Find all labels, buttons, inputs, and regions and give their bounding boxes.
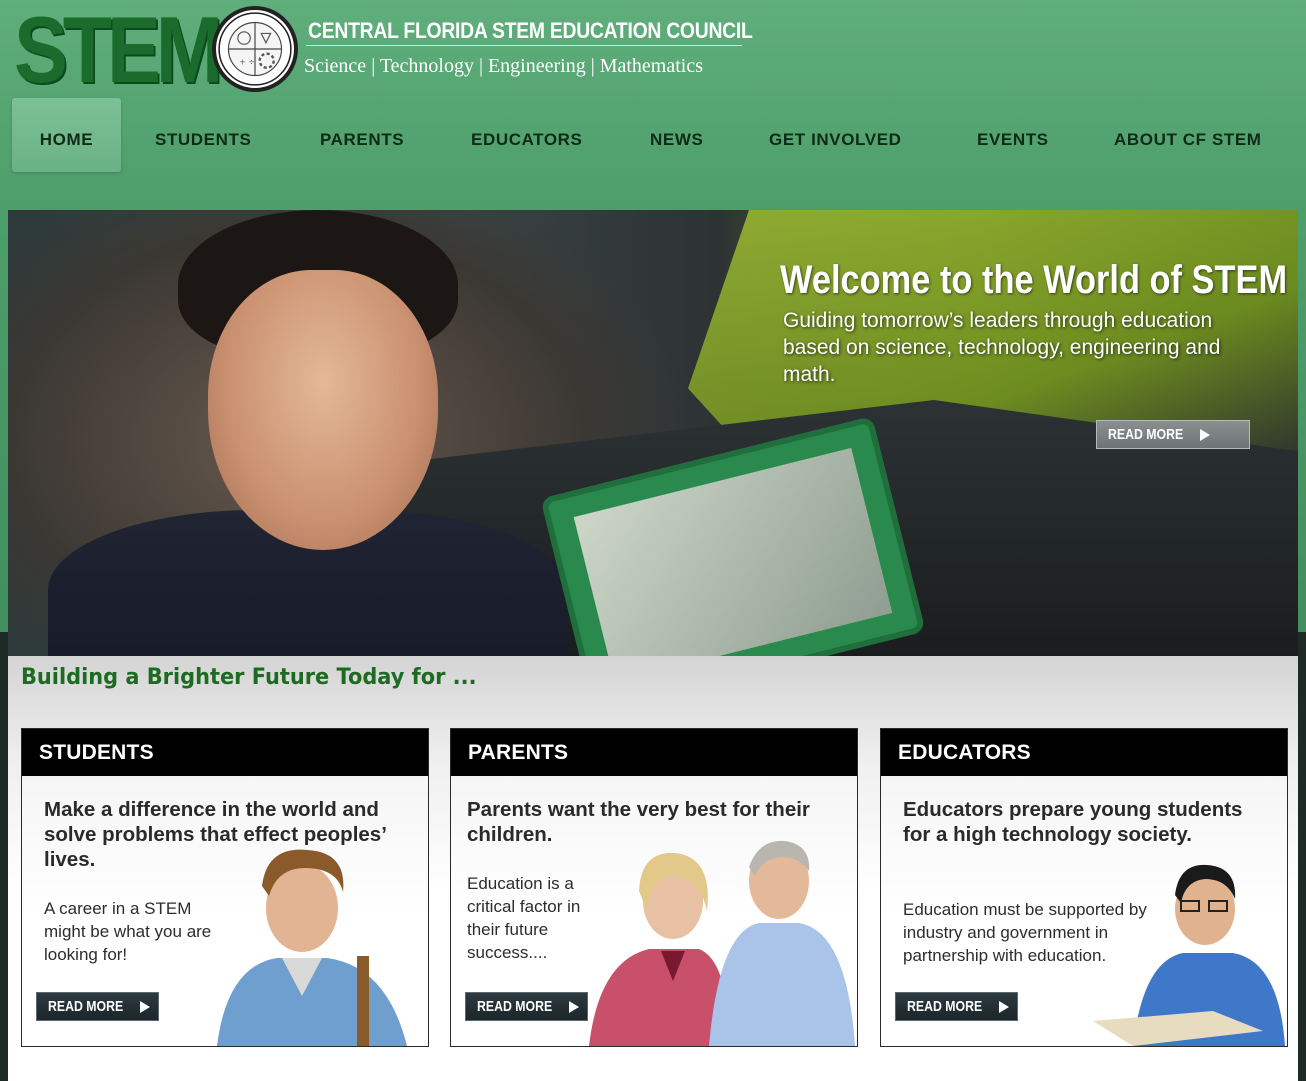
educators-read-more-label: READ MORE	[907, 998, 983, 1015]
educators-card: EDUCATORS Educators prepare young studen…	[880, 728, 1288, 1047]
nav-home[interactable]: HOME	[12, 98, 121, 172]
section-heading: Building a Brighter Future Today for ...	[21, 665, 477, 690]
header-divider	[306, 45, 742, 46]
parents-card-title[interactable]: PARENTS	[451, 729, 857, 776]
council-seal-icon: + ÷	[212, 6, 298, 92]
main-nav: HOME STUDENTS PARENTS EDUCATORS NEWS GET…	[12, 98, 1302, 174]
parents-read-more-label: READ MORE	[477, 998, 553, 1015]
org-name: CENTRAL FLORIDA STEM EDUCATION COUNCIL	[308, 18, 753, 43]
parents-read-more-button[interactable]: READ MORE	[465, 992, 588, 1021]
org-tagline: Science | Technology | Engineering | Mat…	[304, 55, 704, 77]
nav-students[interactable]: STUDENTS	[155, 98, 251, 172]
play-arrow-icon	[139, 1001, 150, 1014]
parents-photo	[589, 840, 855, 1046]
hero-student-face-image	[208, 270, 438, 550]
educators-read-more-button[interactable]: READ MORE	[895, 992, 1018, 1021]
play-arrow-icon	[568, 1001, 579, 1014]
hero-title: Welcome to the World of STEM	[780, 258, 1288, 302]
hero-read-more-label: READ MORE	[1108, 426, 1184, 443]
hero-subtitle: Guiding tomorrow’s leaders through educa…	[783, 309, 1221, 386]
parents-card: PARENTS Parents want the very best for t…	[450, 728, 858, 1047]
parents-card-body: Education is a critical factor in their …	[467, 874, 581, 962]
students-card-title[interactable]: STUDENTS	[22, 729, 428, 776]
students-card: STUDENTS Make a difference in the world …	[21, 728, 429, 1047]
students-read-more-label: READ MORE	[48, 998, 124, 1015]
educator-photo	[1093, 864, 1285, 1046]
svg-text:+ ÷: + ÷	[239, 58, 255, 67]
students-read-more-button[interactable]: READ MORE	[36, 992, 159, 1021]
nav-get-involved[interactable]: GET INVOLVED	[769, 98, 902, 172]
play-arrow-icon	[998, 1001, 1009, 1014]
student-photo	[217, 849, 407, 1046]
stem-logo[interactable]: STEM	[14, 2, 223, 98]
nav-parents[interactable]: PARENTS	[320, 98, 404, 172]
nav-educators[interactable]: EDUCATORS	[471, 98, 583, 172]
educators-card-headline: Educators prepare young students for a h…	[903, 798, 1243, 846]
hero-read-more-button[interactable]: READ MORE	[1096, 420, 1250, 449]
play-arrow-icon	[1199, 429, 1210, 442]
educators-card-title[interactable]: EDUCATORS	[881, 729, 1287, 776]
nav-events[interactable]: EVENTS	[977, 98, 1049, 172]
nav-about-cf-stem[interactable]: ABOUT CF STEM	[1114, 98, 1262, 172]
nav-news[interactable]: NEWS	[650, 98, 703, 172]
